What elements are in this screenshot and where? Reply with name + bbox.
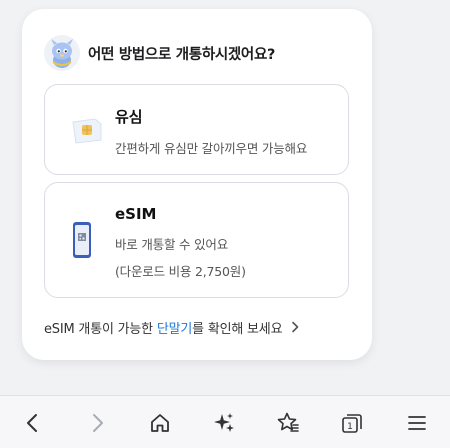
sparkle-icon[interactable] bbox=[211, 410, 237, 436]
tabs-icon[interactable]: 1 bbox=[339, 410, 365, 436]
sim-card-icon bbox=[71, 118, 103, 148]
tab-count: 1 bbox=[347, 422, 353, 432]
option-esim[interactable]: eSIM 바로 개통할 수 있어요 (다운로드 비용 2,750원) bbox=[44, 182, 349, 298]
page: 어떤 방법으로 개통하시겠어요? 유심 간편하게 유심만 갈아끼우면 가능해요 bbox=[0, 0, 450, 448]
option-usim[interactable]: 유심 간편하게 유심만 갈아끼우면 가능해요 bbox=[44, 84, 349, 175]
footer-text-prefix: eSIM 개통이 가능한 bbox=[44, 321, 157, 337]
mascot-icon bbox=[51, 39, 73, 68]
mascot-avatar bbox=[44, 35, 80, 71]
card-header: 어떤 방법으로 개통하시겠어요? bbox=[44, 31, 275, 75]
option-esim-description: 바로 개통할 수 있어요 bbox=[115, 237, 229, 252]
chevron-right-icon bbox=[292, 321, 299, 333]
activation-method-card: 어떤 방법으로 개통하시겠어요? 유심 간편하게 유심만 갈아끼우면 가능해요 bbox=[22, 9, 372, 360]
menu-icon[interactable] bbox=[404, 410, 430, 436]
footer-text-suffix: 를 확인해 보세요 bbox=[192, 321, 283, 337]
forward-arrow-icon[interactable] bbox=[84, 410, 110, 436]
home-icon[interactable] bbox=[147, 410, 173, 436]
option-esim-download-cost: (다운로드 비용 2,750원) bbox=[115, 264, 246, 279]
question-title: 어떤 방법으로 개통하시겠어요? bbox=[88, 46, 276, 63]
back-arrow-icon[interactable] bbox=[20, 410, 46, 436]
option-usim-title: 유심 bbox=[115, 108, 143, 126]
browser-toolbar: 1 bbox=[0, 395, 450, 448]
esim-phone-icon bbox=[71, 221, 93, 263]
device-link-highlight[interactable]: 단말기 bbox=[157, 318, 192, 337]
check-device-link[interactable]: eSIM 개통이 가능한 단말기 를 확인해 보세요 bbox=[44, 315, 349, 339]
option-usim-description: 간편하게 유심만 갈아끼우면 가능해요 bbox=[115, 141, 308, 156]
option-esim-title: eSIM bbox=[115, 205, 157, 223]
favorites-star-icon[interactable] bbox=[275, 410, 301, 436]
